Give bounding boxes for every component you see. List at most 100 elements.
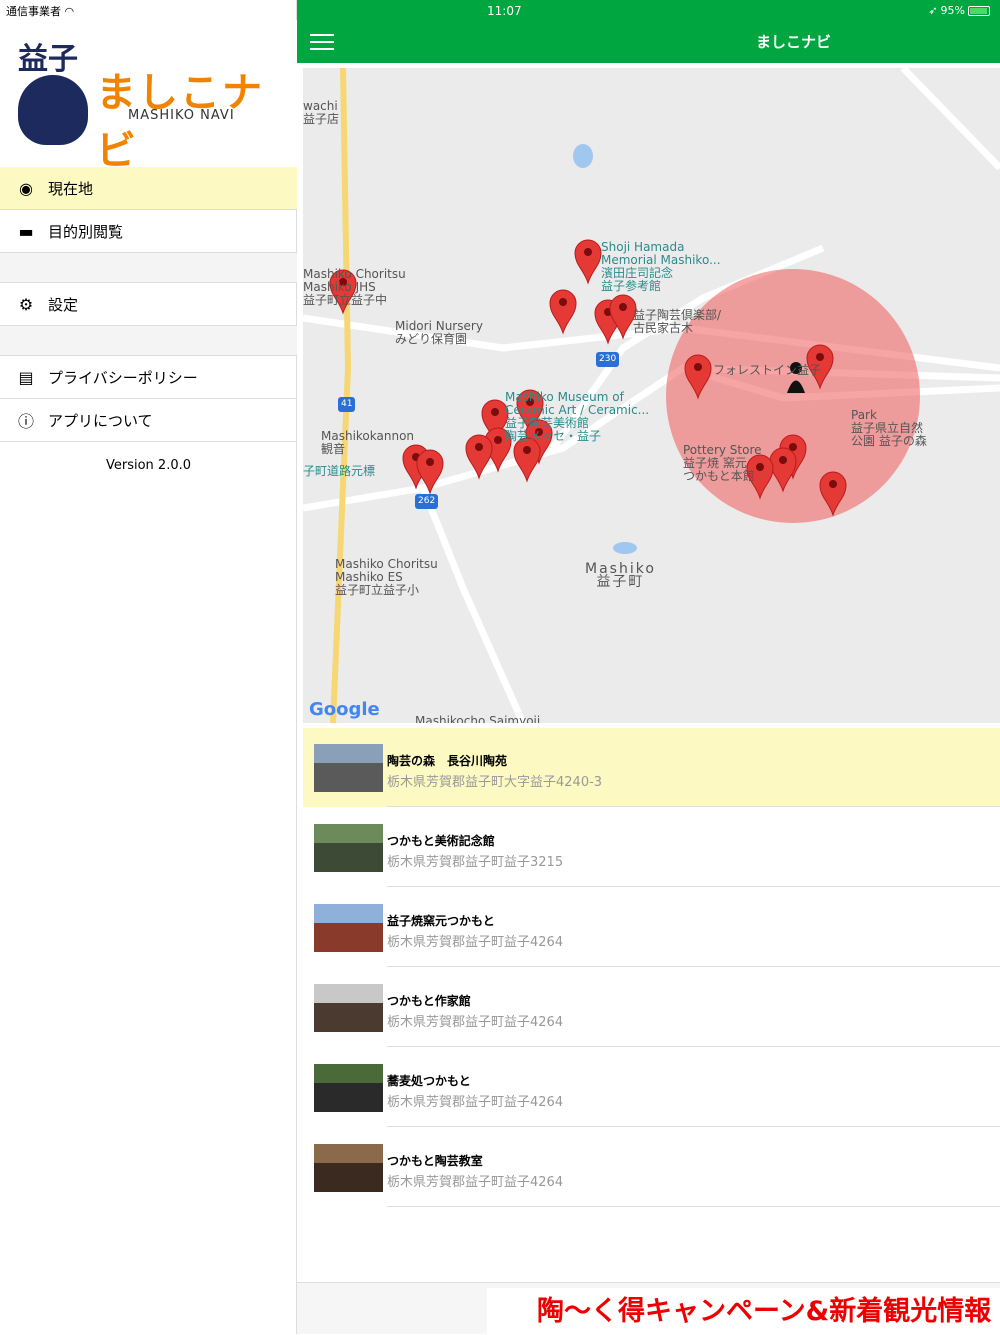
spot-name: つかもと陶芸教室 <box>387 1154 483 1168</box>
map-label: Midori Nursery みどり保育園 <box>395 319 483 346</box>
spot-address: 栃木県芳賀郡益子町益子3215 <box>387 855 564 870</box>
spot-address: 栃木県芳賀郡益子町益子4264 <box>387 1175 564 1190</box>
menu-label: アプリについて <box>48 411 153 430</box>
menu-label: プライバシーポリシー <box>48 368 198 387</box>
divider <box>387 966 1000 967</box>
list-item[interactable]: 蕎麦処つかもと 栃木県芳賀郡益子町益子4264 <box>303 1048 1000 1128</box>
spot-thumbnail <box>314 744 383 792</box>
menu-label: 目的別閲覧 <box>48 222 124 241</box>
version-label: Version 2.0.0 <box>105 458 191 473</box>
menu-spacer <box>0 253 297 283</box>
menu-item-settings[interactable]: ⚙ 設定 <box>0 283 297 326</box>
divider <box>387 1046 1000 1047</box>
menu-item-about[interactable]: ⓘ アプリについて <box>0 399 297 442</box>
map-pin-dot <box>494 436 502 444</box>
divider <box>387 1206 1000 1207</box>
map-label: wachi 益子店 <box>303 99 340 126</box>
spot-thumbnail <box>314 824 383 872</box>
map-label: Mashiko 益子町 <box>585 561 656 590</box>
road <box>900 68 1000 171</box>
spot-address: 栃木県芳賀郡益子町大字益子4240-3 <box>387 775 603 790</box>
spot-name: 益子焼窯元つかもと <box>387 914 495 928</box>
list-item[interactable]: つかもと美術記念館 栃木県芳賀郡益子町益子3215 <box>303 808 1000 888</box>
map-pin-dot <box>491 408 499 416</box>
spot-name: 蕎麦処つかもと <box>387 1074 471 1088</box>
map-pin-dot <box>426 458 434 466</box>
spot-name: つかもと美術記念館 <box>387 834 495 848</box>
menu-spacer <box>0 326 297 356</box>
carrier: 通信事業者 ◠ <box>6 5 75 18</box>
battery-icon <box>968 5 990 16</box>
map-label: Shoji Hamada Memorial Mashiko... 濱田庄司記念 … <box>601 240 721 293</box>
map-pin-dot <box>619 303 627 311</box>
menu-label: 設定 <box>48 295 79 314</box>
location-icon: ◉ <box>19 178 33 198</box>
spot-address: 栃木県芳賀郡益子町益子4264 <box>387 935 564 950</box>
spot-address: 栃木県芳賀郡益子町益子4264 <box>387 1095 564 1110</box>
map-label: 子町道路元標 <box>303 464 376 478</box>
map-pin-dot <box>779 456 787 464</box>
side-menu: 通信事業者 ◠ 益子 ましこナビ MASHIKO NAVI ◉ 現在地 ▬ 目的別閲… <box>0 0 297 1334</box>
map-pin-dot <box>584 248 592 256</box>
page-title: ましこナビ <box>755 33 831 51</box>
map-label: 41 <box>338 397 356 412</box>
map-label: Park 益子県立自然 公園 益子の森 <box>851 408 927 448</box>
map-label: Mashikocho Saimyoji <box>415 714 541 724</box>
potter-illustration <box>18 75 88 145</box>
map-pin-dot <box>816 353 824 361</box>
nav-bar: 11:07 ➶ 95% ましこナビ <box>297 0 1000 63</box>
map-pin-dot <box>829 480 837 488</box>
logo-subtitle: MASHIKO NAVI <box>128 108 235 123</box>
folder-icon: ▬ <box>18 221 34 241</box>
map-label: 益子陶芸倶楽部/ 古民家古木 <box>633 308 722 335</box>
footer-bar: 陶〜く得キャンペーン&新着観光情報 <box>297 1282 1000 1335</box>
map-pin-dot <box>694 363 702 371</box>
map-label: 230 <box>596 352 620 367</box>
map-label: Mashiko Choritsu Mashiko ES 益子町立益子小 <box>335 557 438 597</box>
map-label: Mashikokannon 観音 <box>321 429 415 456</box>
spot-name: 陶芸の森 長谷川陶苑 <box>387 754 508 768</box>
battery-percent: 95% <box>940 4 965 17</box>
list-item[interactable]: つかもと陶芸教室 栃木県芳賀郡益子町益子4264 <box>303 1128 1000 1208</box>
spot-name: つかもと作家館 <box>387 994 471 1008</box>
list-item[interactable]: 益子焼窯元つかもと 栃木県芳賀郡益子町益子4264 <box>303 888 1000 968</box>
map-pin-icon <box>549 289 577 335</box>
info-icon: ⓘ <box>17 412 34 431</box>
document-icon: ▤ <box>18 367 34 387</box>
menu-item-browse-by-purpose[interactable]: ▬ 目的別閲覧 <box>0 210 297 253</box>
map-pin-dot <box>559 298 567 306</box>
status-time: 11:07 <box>487 4 522 18</box>
divider <box>387 806 1000 807</box>
spot-thumbnail <box>314 984 383 1032</box>
list-item[interactable]: つかもと作家館 栃木県芳賀郡益子町益子4264 <box>303 968 1000 1048</box>
map-view[interactable]: Shoji Hamada Memorial Mashiko... 濱田庄司記念 … <box>303 68 1000 723</box>
list-item[interactable]: 陶芸の森 長谷川陶苑 栃木県芳賀郡益子町大字益子4240-3 <box>303 728 1000 808</box>
divider <box>387 886 1000 887</box>
app-logo: 益子 ましこナビ MASHIKO NAVI <box>0 20 297 174</box>
menu-label: 現在地 <box>48 179 94 198</box>
campaign-banner[interactable]: 陶〜く得キャンペーン&新着観光情報 <box>487 1288 1000 1335</box>
map-pin-icon <box>513 437 541 483</box>
pond <box>613 542 637 554</box>
map-label: 262 <box>415 494 439 509</box>
road-yellow <box>330 68 352 723</box>
battery-status: ➶ 95% <box>928 4 990 17</box>
map-label: Pottery Store 益子焼 窯元 つかもと本館 <box>683 443 762 483</box>
main-panel: 11:07 ➶ 95% ましこナビ Shoji Hamada Memorial M… <box>297 0 1000 1335</box>
map-canvas <box>303 68 1000 723</box>
spot-thumbnail <box>314 1064 383 1112</box>
logo-kanji: 益子 <box>18 42 78 77</box>
map-label: Mashiko Museum of Ceramic Art / Ceramic.… <box>505 390 650 443</box>
menu-item-current-location[interactable]: ◉ 現在地 <box>0 167 297 210</box>
menu-item-privacy-policy[interactable]: ▤ プライバシーポリシー <box>0 356 297 399</box>
google-attribution: Google <box>309 699 380 720</box>
map-label: Mashiko Choritsu Mashiko JHS 益子町立益子中 <box>303 267 406 307</box>
spot-address: 栃木県芳賀郡益子町益子4264 <box>387 1015 564 1030</box>
road <box>419 486 527 723</box>
spot-list: 陶芸の森 長谷川陶苑 栃木県芳賀郡益子町大字益子4240-3 つかもと美術記念館… <box>303 728 1000 1208</box>
map-label: フォレストイン益子 <box>713 363 822 377</box>
spot-thumbnail <box>314 1144 383 1192</box>
map-pin-icon <box>574 239 602 285</box>
pond <box>573 144 593 168</box>
spot-thumbnail <box>314 904 383 952</box>
